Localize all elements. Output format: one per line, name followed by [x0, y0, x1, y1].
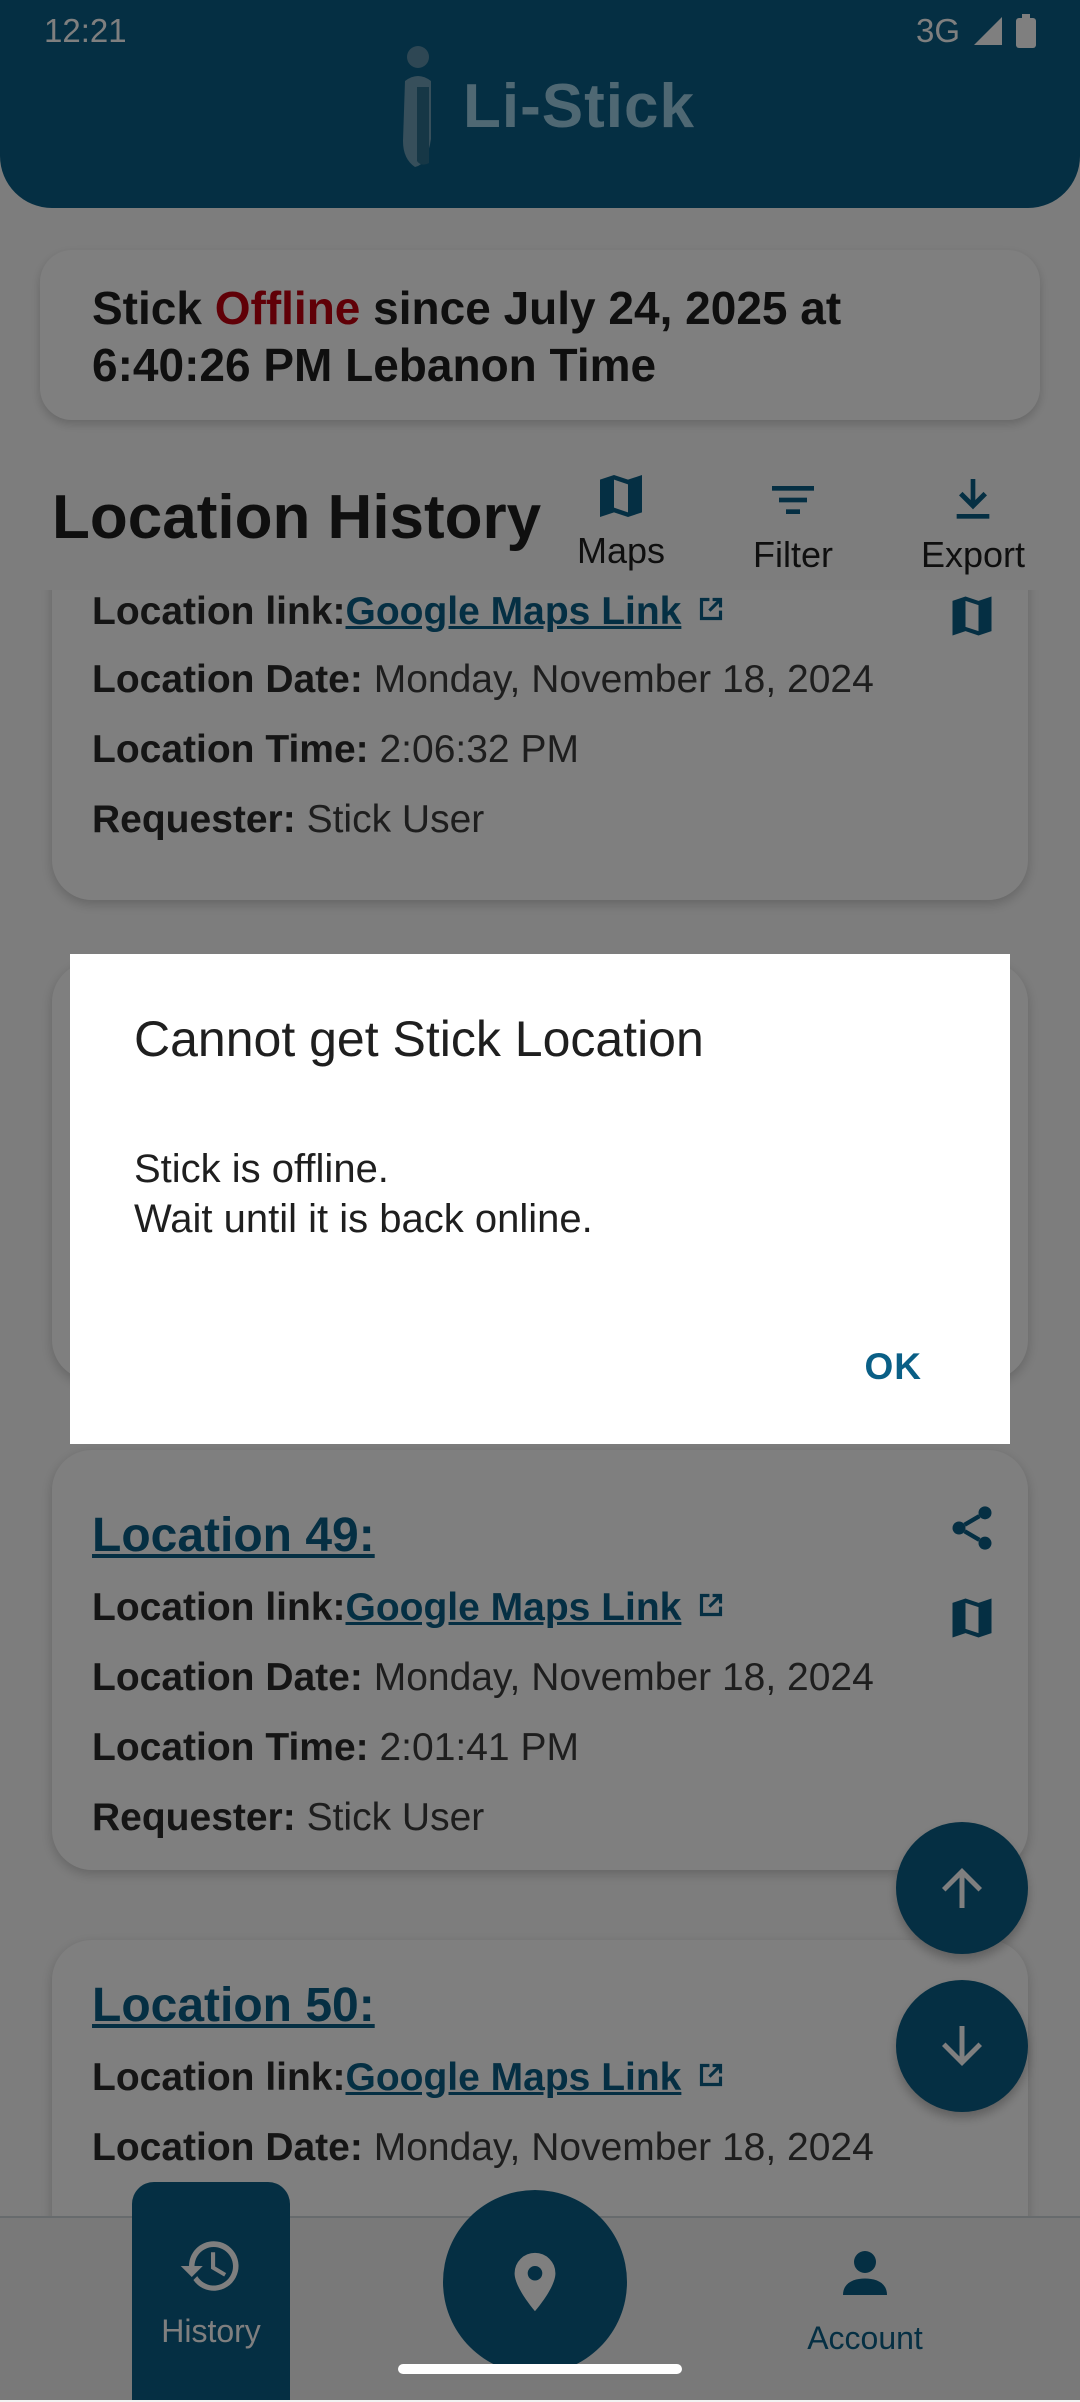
- app-screen: 12:21 3G Li-Stick Stick Offline since Ju…: [0, 0, 1080, 2402]
- gesture-handle[interactable]: [398, 2364, 682, 2374]
- dialog-message: Stick is offline. Wait until it is back …: [134, 1147, 593, 1241]
- dialog-title: Cannot get Stick Location: [134, 1011, 704, 1067]
- alert-dialog: Cannot get Stick Location Stick is offli…: [70, 954, 1010, 1444]
- ok-button[interactable]: OK: [865, 1346, 923, 1388]
